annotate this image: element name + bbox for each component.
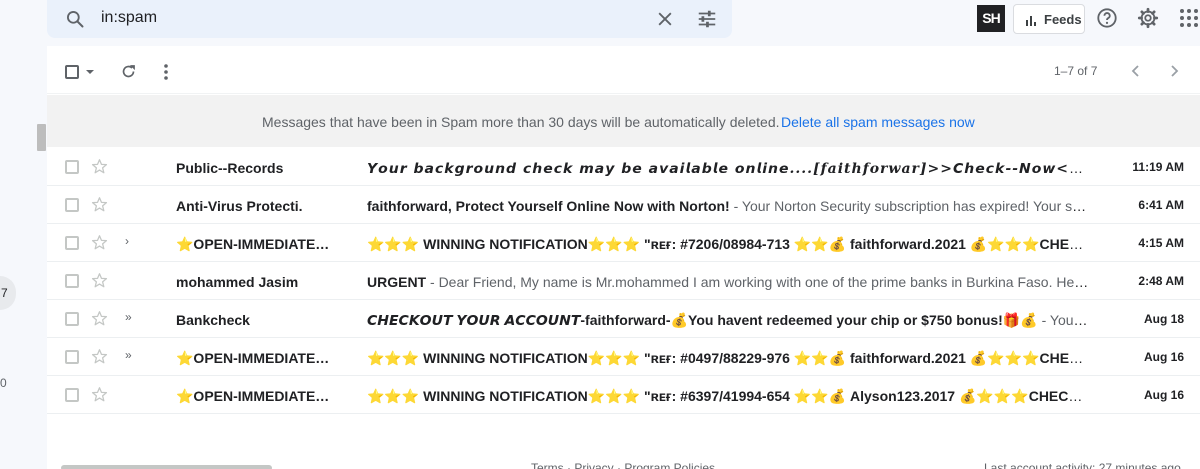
email-snippet: - Dear Friend, My name is Mr.mohammed I … [426, 274, 1089, 290]
email-row[interactable]: Anti-Virus Protecti. faithforward, Protec… [47, 186, 1200, 224]
email-content: faithforward, Protect Yourself Online No… [367, 198, 1089, 214]
left-sidebar: 7 0 [0, 0, 47, 469]
email-sender: mohammed Jasim [176, 274, 299, 290]
spam-notice: Messages that have been in Spam more tha… [47, 95, 1200, 147]
email-row[interactable]: › ⭐OPEN-IMMEDIATELY⭐ ⭐⭐⭐ WINNING NOTIFICAT… [47, 224, 1200, 262]
email-subject: ⭐⭐⭐ WINNING NOTIFICATION⭐⭐⭐ "ʀᴇғ: #0497/… [367, 350, 1089, 366]
email-snippet: - Your $3,000 ... [1041, 312, 1089, 328]
email-content: ⭐⭐⭐ WINNING NOTIFICATION⭐⭐⭐ "ʀᴇғ: #7206/… [367, 236, 1089, 253]
email-subject: URGENT [367, 274, 427, 290]
star-icon[interactable] [91, 310, 108, 327]
gear-icon[interactable] [1137, 7, 1159, 29]
search-input[interactable]: in:spam [101, 9, 157, 27]
clear-search-icon[interactable] [655, 9, 675, 29]
mail-panel: 1–7 of 7 Messages that have been in Spam… [47, 46, 1200, 469]
delete-all-spam-link[interactable]: Delete all spam messages now [781, 114, 975, 130]
email-sender: Anti-Virus Protecti. [176, 198, 303, 214]
email-content: URGENT - Dear Friend, My name is Mr.moha… [367, 274, 1089, 290]
star-icon[interactable] [91, 158, 108, 175]
email-sender: ⭐OPEN-IMMEDIATELY⭐ [176, 388, 336, 404]
help-icon[interactable] [1096, 7, 1118, 29]
email-snippet: - Your Norton Security subscription has … [729, 198, 1089, 214]
sidebar-count-zero: 0 [0, 376, 7, 390]
email-checkbox[interactable] [65, 274, 79, 288]
importance-marker-icon[interactable]: › [125, 234, 129, 248]
email-content: 𝘾𝙃𝙀𝘾𝙆𝙊𝙐𝙏 𝙔𝙊𝙐𝙍 𝘼𝘾𝘾𝙊𝙐𝙉𝙏-faithforward-💰You … [367, 312, 1089, 329]
importance-marker-icon[interactable]: » [125, 310, 132, 324]
chevron-right-icon[interactable] [1168, 64, 1180, 78]
email-checkbox[interactable] [65, 160, 79, 174]
email-sender: ⭐OPEN-IMMEDIATELY⭐ [176, 236, 336, 252]
email-checkbox[interactable] [65, 388, 79, 402]
spam-notice-text: Messages that have been in Spam more tha… [262, 114, 780, 130]
email-time: 11:19 AM [1132, 160, 1184, 174]
refresh-icon[interactable] [120, 63, 137, 80]
email-time: 2:48 AM [1138, 274, 1184, 288]
email-time: Aug 16 [1143, 350, 1184, 364]
apps-grid-icon[interactable] [1179, 8, 1199, 28]
sidebar-scrollbar[interactable] [37, 124, 46, 151]
select-all-checkbox[interactable] [65, 65, 79, 79]
importance-marker-icon[interactable]: » [125, 348, 132, 362]
email-row[interactable]: » Bankcheck 𝘾𝙃𝙀𝘾𝙆𝙊𝙐𝙏 𝙔𝙊𝙐𝙍 𝘼𝘾𝘾𝙊𝙐𝙉𝙏-faithfor… [47, 300, 1200, 338]
footer-links[interactable]: Terms · Privacy · Program Policies [531, 461, 715, 469]
star-icon[interactable] [91, 348, 108, 365]
email-subject: ⭐⭐⭐ WINNING NOTIFICATION⭐⭐⭐ "ʀᴇғ: #6397/… [367, 388, 1089, 404]
search-bar[interactable]: in:spam [47, 0, 732, 38]
search-icon[interactable] [65, 9, 85, 29]
email-content: ⭐⭐⭐ WINNING NOTIFICATION⭐⭐⭐ "ʀᴇғ: #0497/… [367, 350, 1089, 367]
email-subject: 𝘾𝙃𝙀𝘾𝙆𝙊𝙐𝙏 𝙔𝙊𝙐𝙍 𝘼𝘾𝘾𝙊𝙐𝙉𝙏-faithforward-💰You … [367, 312, 1038, 328]
feeds-button[interactable]: Feeds [1013, 4, 1085, 34]
email-list: Public--Records 𝙔𝙤𝙪𝙧 𝙗𝙖𝙘𝙠𝙜𝙧𝙤𝙪𝙣𝙙 𝙘𝙝𝙚𝙘𝙠 𝙢𝙖𝙮… [47, 148, 1200, 414]
sidebar-count-badge[interactable]: 7 [0, 276, 16, 310]
search-options-icon[interactable] [696, 8, 718, 30]
email-time: 6:41 AM [1138, 198, 1184, 212]
email-content: ⭐⭐⭐ WINNING NOTIFICATION⭐⭐⭐ "ʀᴇғ: #6397/… [367, 388, 1089, 405]
email-sender: ⭐OPEN-IMMEDIATELY⭐ [176, 350, 336, 366]
email-subject: faithforward, Protect Yourself Online No… [367, 198, 730, 214]
email-checkbox[interactable] [65, 198, 79, 212]
email-row[interactable]: ⭐OPEN-IMMEDIATELY⭐ ⭐⭐⭐ WINNING NOTIFICATI… [47, 376, 1200, 414]
star-icon[interactable] [91, 386, 108, 403]
email-row[interactable]: » ⭐OPEN-IMMEDIATELY⭐ ⭐⭐⭐ WINNING NOTIFICAT… [47, 338, 1200, 376]
horizontal-scrollbar[interactable] [61, 465, 272, 469]
select-dropdown-caret-icon[interactable] [86, 70, 94, 74]
email-checkbox[interactable] [65, 350, 79, 364]
top-bar: in:spam SH Feeds [0, 0, 1200, 46]
email-checkbox[interactable] [65, 312, 79, 326]
star-icon[interactable] [91, 196, 108, 213]
star-icon[interactable] [91, 272, 108, 289]
email-row[interactable]: mohammed Jasim URGENT - Dear Friend, My n… [47, 262, 1200, 300]
email-content: 𝙔𝙤𝙪𝙧 𝙗𝙖𝙘𝙠𝙜𝙧𝙤𝙪𝙣𝙙 𝙘𝙝𝙚𝙘𝙠 𝙢𝙖𝙮 𝙗𝙚 𝙖𝙫𝙖𝙞𝙡𝙖𝙗𝙡𝙚 𝙤… [367, 160, 1089, 177]
email-subject: ⭐⭐⭐ WINNING NOTIFICATION⭐⭐⭐ "ʀᴇғ: #7206/… [367, 236, 1089, 252]
email-time: 4:15 AM [1138, 236, 1184, 250]
email-checkbox[interactable] [65, 236, 79, 250]
bar-chart-icon [1026, 16, 1036, 26]
star-icon[interactable] [91, 234, 108, 251]
email-row[interactable]: Public--Records 𝙔𝙤𝙪𝙧 𝙗𝙖𝙘𝙠𝙜𝙧𝙤𝙪𝙣𝙙 𝙘𝙝𝙚𝙘𝙠 𝙢𝙖𝙮… [47, 148, 1200, 186]
extension-badge[interactable]: SH [977, 5, 1005, 32]
chevron-left-icon[interactable] [1130, 64, 1142, 78]
last-activity: Last account activity: 27 minutes ago [984, 461, 1181, 469]
email-time: Aug 16 [1143, 388, 1184, 402]
email-time: Aug 18 [1143, 312, 1184, 326]
list-toolbar: 1–7 of 7 [47, 46, 1200, 94]
pagination-label: 1–7 of 7 [1054, 64, 1098, 78]
email-sender: Bankcheck [176, 312, 250, 328]
email-sender: Public--Records [176, 160, 284, 176]
feeds-label: Feeds [1044, 12, 1082, 27]
more-options-icon[interactable] [163, 63, 169, 81]
email-subject: 𝙔𝙤𝙪𝙧 𝙗𝙖𝙘𝙠𝙜𝙧𝙤𝙪𝙣𝙙 𝙘𝙝𝙚𝙘𝙠 𝙢𝙖𝙮 𝙗𝙚 𝙖𝙫𝙖𝙞𝙡𝙖𝙗𝙡𝙚 𝙤… [367, 161, 1082, 177]
